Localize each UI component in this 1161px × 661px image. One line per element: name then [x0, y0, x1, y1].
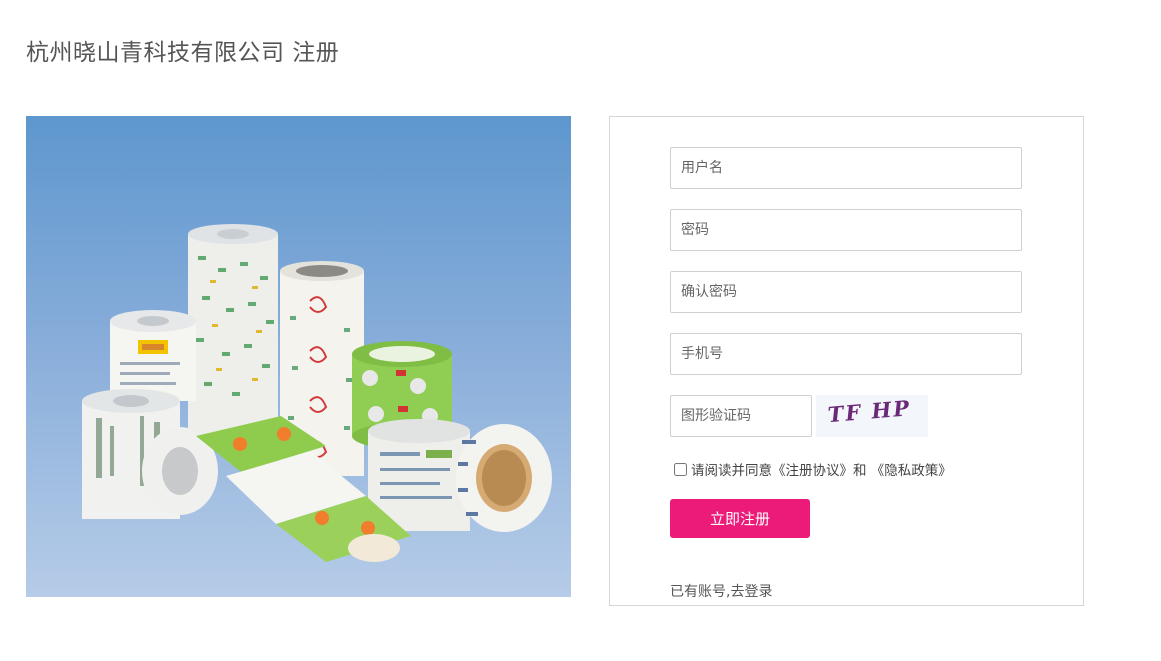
phone-input[interactable]	[670, 333, 1022, 375]
register-panel: TF HP 请阅读并同意《注册协议》和 《隐私政策》 立即注册 已有账号,去登录	[609, 116, 1084, 606]
login-link[interactable]: 已有账号,去登录	[670, 581, 772, 601]
roll-right-tan	[456, 424, 552, 532]
roll-left-small	[110, 310, 196, 401]
captcha-text: TF HP	[827, 395, 912, 427]
username-input[interactable]	[670, 147, 1022, 189]
packaging-rolls-photo	[82, 224, 552, 562]
hero-image	[26, 116, 571, 597]
captcha-image[interactable]: TF HP	[816, 395, 928, 437]
roll-tall	[188, 224, 278, 449]
page-title: 杭州晓山青科技有限公司 注册	[26, 40, 340, 66]
register-button[interactable]: 立即注册	[670, 499, 810, 538]
agreement-row: 请阅读并同意《注册协议》和 《隐私政策》	[674, 459, 952, 479]
password-input[interactable]	[670, 209, 1022, 251]
confirm-password-input[interactable]	[670, 271, 1022, 313]
agree-text[interactable]: 请阅读并同意《注册协议》和 《隐私政策》	[691, 459, 952, 479]
captcha-input[interactable]	[670, 395, 812, 437]
agree-checkbox[interactable]	[674, 462, 687, 476]
